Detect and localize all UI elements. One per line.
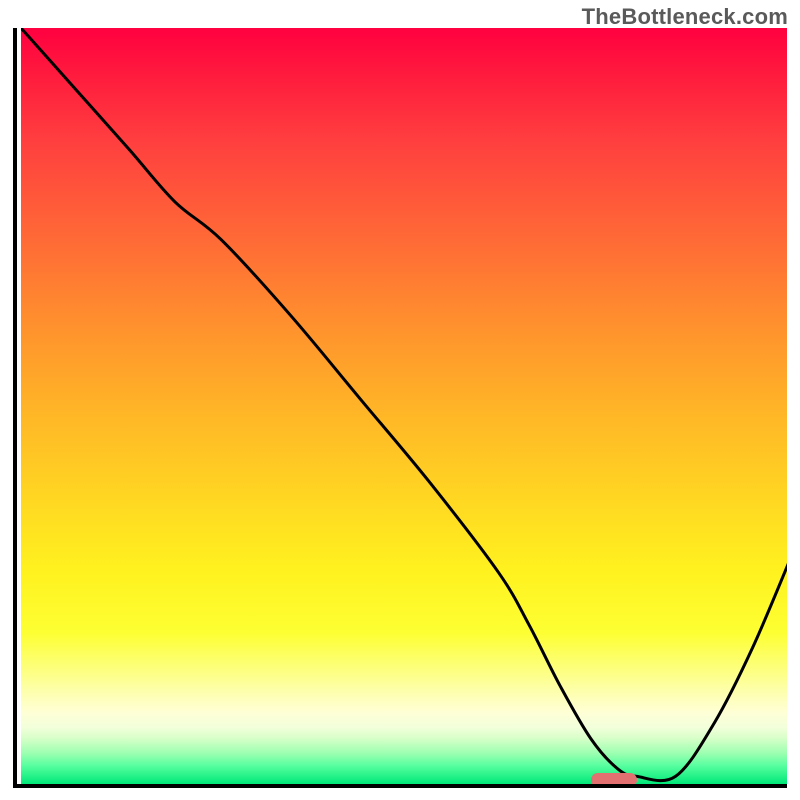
optimum-marker [591,773,637,787]
bottleneck-curve [21,28,787,784]
plot-area [13,28,787,788]
chart-stage: TheBottleneck.com [0,0,800,800]
watermark-text: TheBottleneck.com [582,4,788,30]
plot-container [13,28,787,788]
